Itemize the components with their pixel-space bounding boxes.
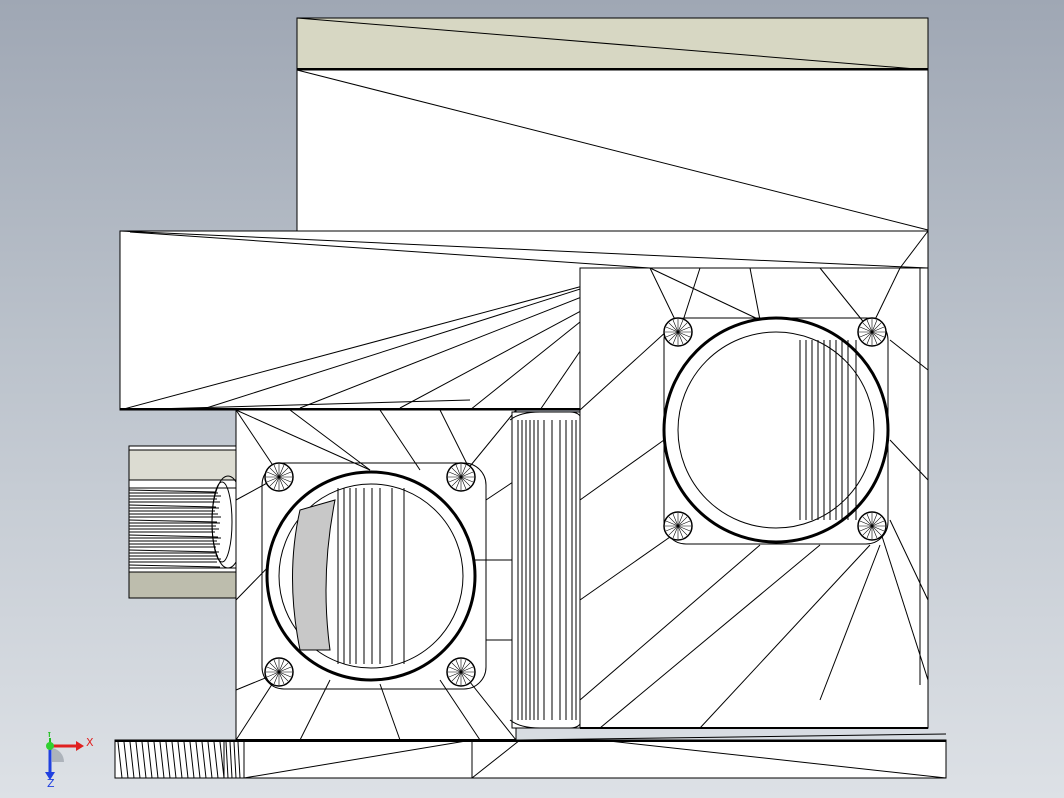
upper-plate <box>296 17 929 233</box>
z-axis-label: Z <box>47 777 55 788</box>
left-shaft <box>128 445 245 599</box>
left-bore <box>265 470 477 682</box>
center-channel <box>509 411 583 729</box>
base-plate <box>114 733 947 779</box>
axis-triad: X Y Z <box>45 732 94 788</box>
y-axis-label: Y <box>45 732 53 740</box>
right-bore <box>662 316 890 544</box>
x-axis-label: X <box>86 736 94 749</box>
model-view[interactable] <box>0 0 1064 798</box>
graphics-viewport[interactable]: X Y Z <box>0 0 1064 798</box>
x-axis-arrow: X <box>50 736 94 751</box>
